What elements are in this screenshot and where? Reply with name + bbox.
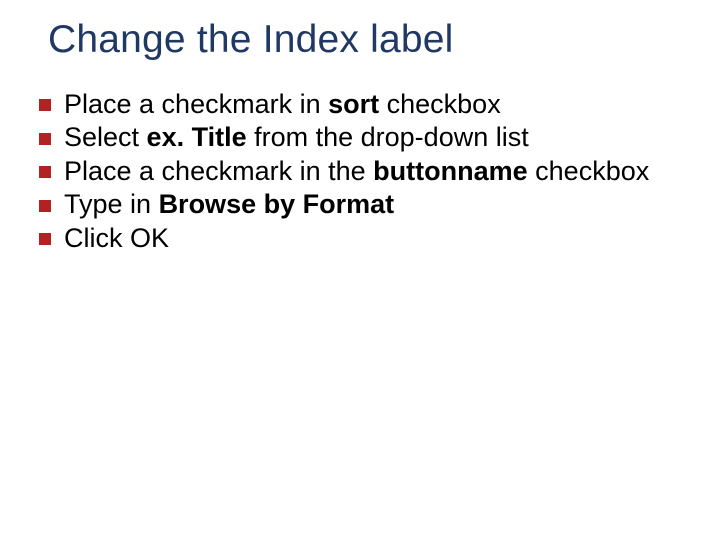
text-pre: Click OK [64, 223, 169, 253]
text-post: checkbox [379, 89, 501, 119]
text-post: checkbox [528, 156, 650, 186]
text-bold: buttonname [373, 156, 528, 186]
page-title: Change the Index label [48, 18, 692, 62]
text-bold: Browse by Format [159, 189, 395, 219]
text-pre: Place a checkmark in the [64, 156, 373, 186]
text-pre: Type in [64, 189, 159, 219]
text-pre: Select [64, 122, 147, 152]
list-item: Select ex. Title from the drop-down list [34, 121, 692, 154]
list-item: Place a checkmark in sort checkbox [34, 88, 692, 121]
text-post: from the drop-down list [247, 122, 529, 152]
text-bold: sort [328, 89, 379, 119]
text-pre: Place a checkmark in [64, 89, 328, 119]
list-item: Type in Browse by Format [34, 188, 692, 221]
text-bold: ex. Title [147, 122, 247, 152]
bullet-list: Place a checkmark in sort checkbox Selec… [28, 88, 692, 255]
list-item: Place a checkmark in the buttonname chec… [34, 155, 692, 188]
slide: Change the Index label Place a checkmark… [0, 0, 720, 540]
list-item: Click OK [34, 222, 692, 255]
